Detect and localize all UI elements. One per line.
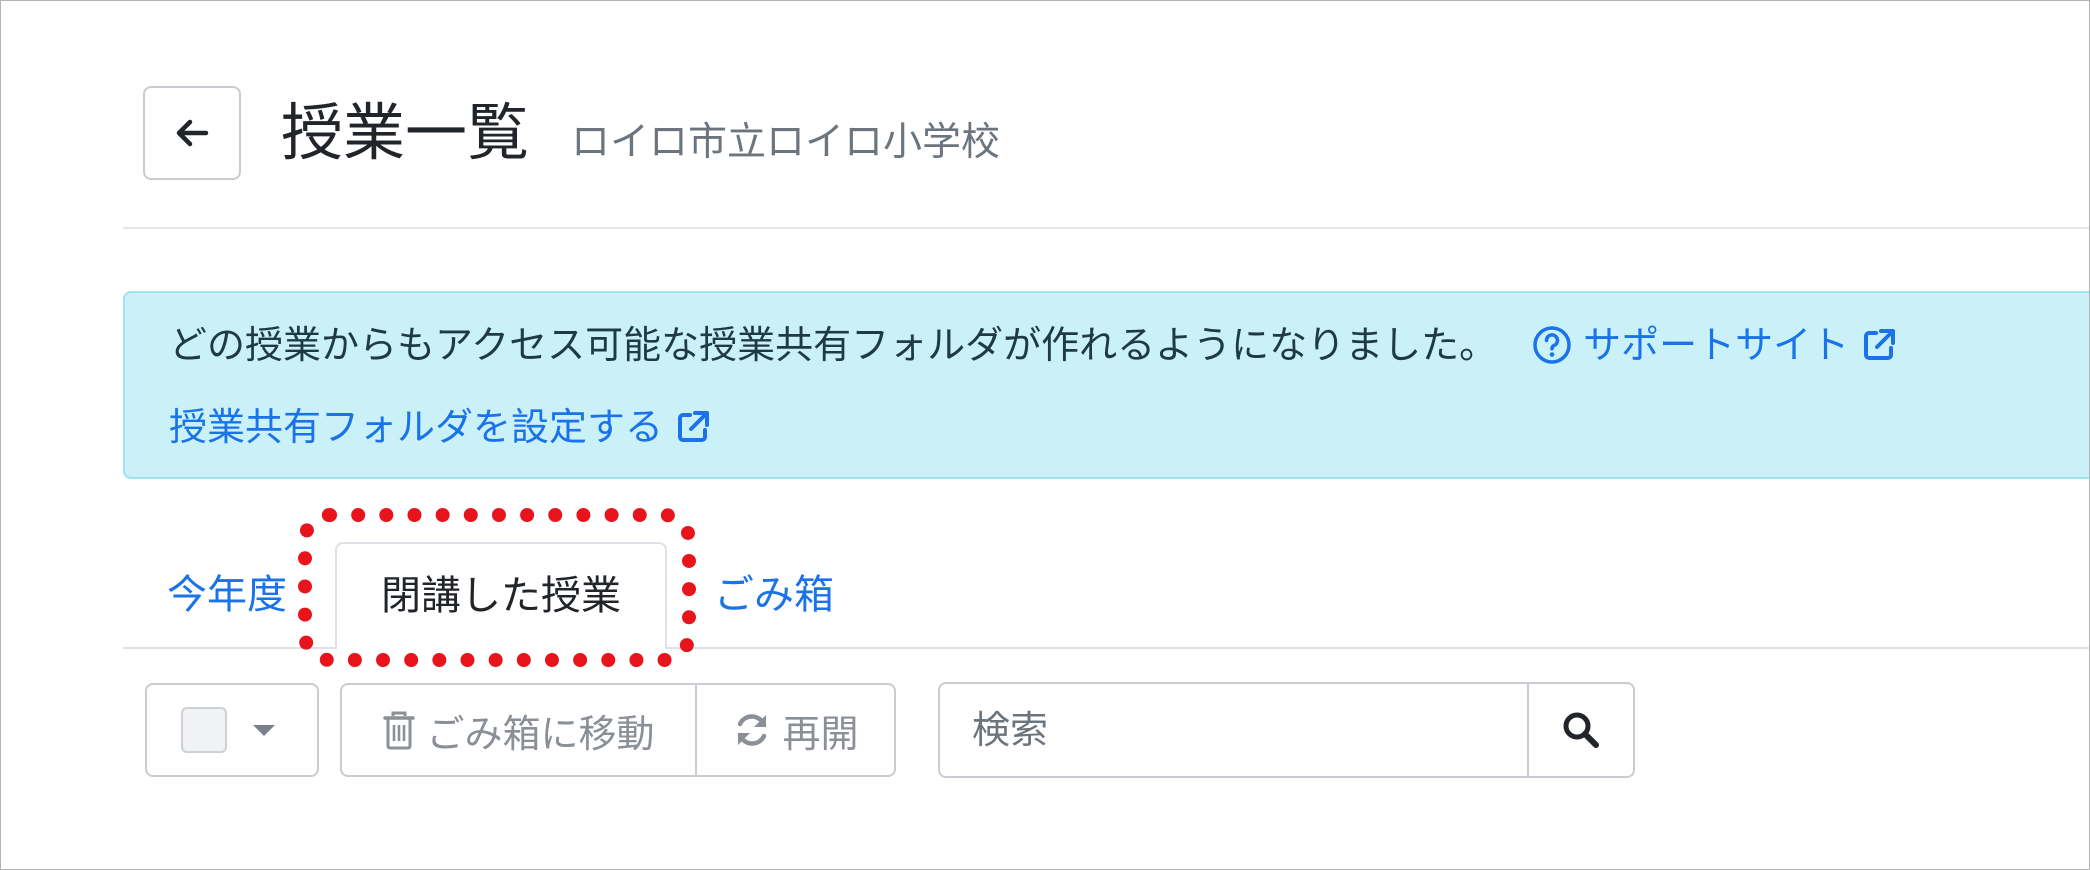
page-title: 授業一覧 <box>281 96 530 169</box>
info-alert: どの授業からもアクセス可能な授業共有フォルダが作れるようになりました。 サポート… <box>123 291 2089 479</box>
tab-this-year[interactable]: 今年度 <box>167 567 287 623</box>
action-button-group: ごみ箱に移動 再開 <box>340 683 896 777</box>
search-box <box>938 682 1635 778</box>
header-divider <box>123 227 2089 229</box>
tab-closed-classes[interactable]: 閉講した授業 <box>335 542 667 649</box>
select-all-checkbox[interactable] <box>181 707 227 753</box>
select-all-dropdown[interactable] <box>145 683 319 777</box>
tab-trash[interactable]: ごみ箱 <box>714 567 834 623</box>
reopen-button[interactable]: 再開 <box>697 685 894 775</box>
refresh-icon <box>738 714 767 746</box>
support-site-link[interactable]: サポートサイト <box>1531 317 1899 373</box>
move-to-trash-label: ごみ箱に移動 <box>426 711 655 756</box>
app-window: 授業一覧 ロイロ市立ロイロ小学校 どの授業からもアクセス可能な授業共有フォルダが… <box>0 0 2090 870</box>
move-to-trash-button[interactable]: ごみ箱に移動 <box>342 685 697 775</box>
search-icon <box>1563 712 1599 748</box>
shared-folder-settings-label: 授業共有フォルダを設定する <box>169 405 664 449</box>
support-site-link-label: サポートサイト <box>1583 323 1850 367</box>
search-input[interactable] <box>940 684 1527 776</box>
caret-down-icon <box>253 725 275 736</box>
alert-line: どの授業からもアクセス可能な授業共有フォルダが作れるようになりました。 サポート… <box>169 317 1899 373</box>
alert-line: 授業共有フォルダを設定する <box>169 399 713 455</box>
alert-message: どの授業からもアクセス可能な授業共有フォルダが作れるようになりました。 <box>169 323 1498 367</box>
arrow-left-icon <box>176 119 209 147</box>
trash-icon <box>383 711 416 750</box>
external-link-icon <box>1864 329 1896 360</box>
question-circle-icon <box>1533 326 1571 364</box>
tab-closed-classes-label: 閉講した授業 <box>381 573 621 619</box>
shared-folder-settings-link[interactable]: 授業共有フォルダを設定する <box>169 399 713 455</box>
school-name: ロイロ市立ロイロ小学校 <box>571 120 1001 165</box>
external-link-icon <box>678 411 710 442</box>
search-button[interactable] <box>1527 684 1633 776</box>
reopen-label: 再開 <box>782 711 859 756</box>
back-button[interactable] <box>143 86 241 180</box>
